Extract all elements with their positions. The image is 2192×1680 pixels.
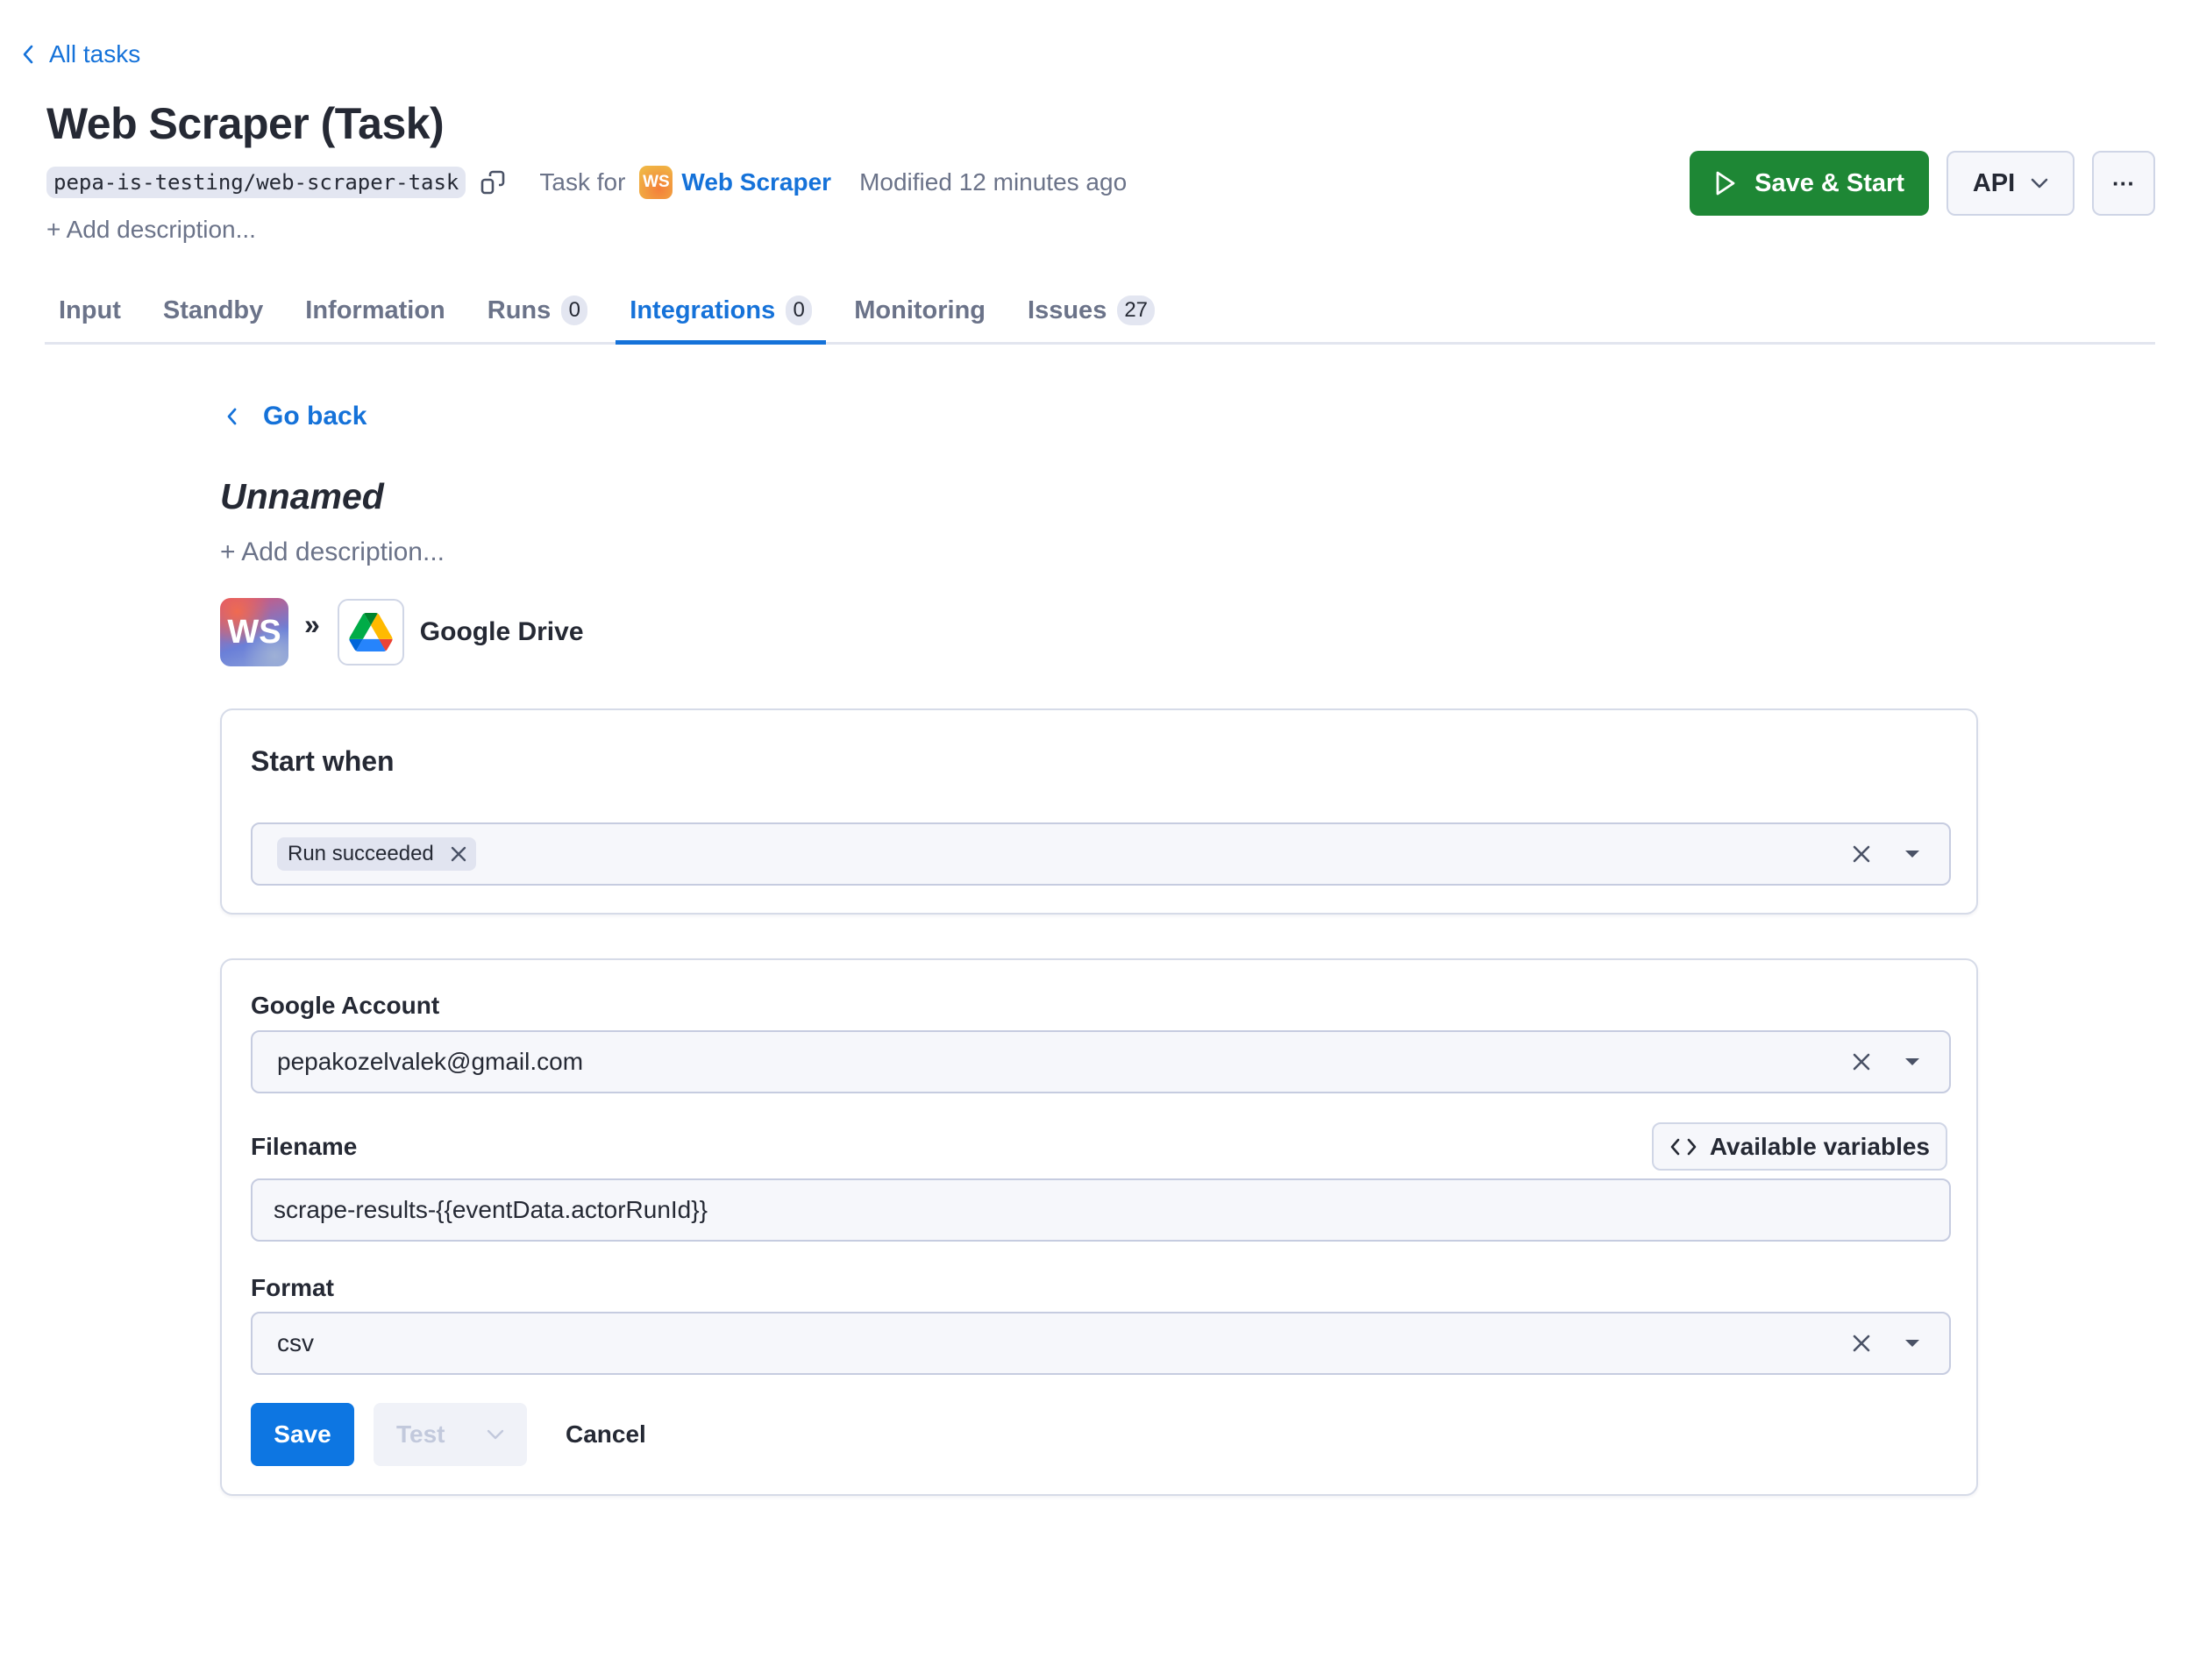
target-service-name: Google Drive [419, 617, 584, 646]
clear-icon[interactable] [1844, 1326, 1879, 1361]
issues-count-badge: 27 [1117, 295, 1156, 325]
event-chip: Run succeeded [277, 837, 476, 871]
chevron-down-icon [2031, 178, 2048, 189]
task-meta-row: pepa-is-testing/web-scraper-task Task fo… [46, 163, 1127, 202]
header-actions: Save & Start API ··· [1690, 151, 2155, 216]
tab-issues[interactable]: Issues 27 [1014, 279, 1169, 342]
test-label: Test [396, 1420, 445, 1448]
tab-label: Information [305, 295, 445, 324]
more-options-button[interactable]: ··· [2092, 151, 2155, 216]
tab-label: Standby [162, 295, 264, 324]
api-label: API [1972, 168, 2016, 197]
runs-count-badge: 0 [561, 295, 588, 325]
tab-integrations[interactable]: Integrations 0 [616, 279, 827, 345]
available-variables-label: Available variables [1709, 1132, 1930, 1160]
tab-label: Issues [1028, 295, 1107, 324]
chevron-down-icon [487, 1429, 504, 1440]
add-task-description-link[interactable]: + Add description... [46, 216, 256, 244]
integrations-count-badge: 0 [786, 295, 813, 325]
tab-bar: Input Standby Information Runs 0 Integrat… [45, 279, 2155, 345]
tab-standby[interactable]: Standby [149, 279, 277, 342]
save-button[interactable]: Save [251, 1403, 354, 1466]
form-actions: Save Test Cancel [251, 1403, 646, 1466]
web-scraper-actor-icon: WS [639, 166, 673, 199]
event-chip-label: Run succeeded [288, 842, 434, 865]
go-back-label: Go back [263, 402, 367, 431]
filename-label: Filename [251, 1133, 358, 1160]
tab-label: Input [59, 295, 121, 324]
tab-label: Runs [487, 295, 552, 324]
integration-name[interactable]: Unnamed [220, 476, 384, 517]
google-account-label: Google Account [251, 992, 440, 1019]
api-dropdown-button[interactable]: API [1946, 151, 2075, 216]
task-slug: pepa-is-testing/web-scraper-task [46, 167, 466, 198]
page-title: Web Scraper (Task) [46, 99, 445, 148]
filename-input[interactable]: scrape-results-{{eventData.actorRunId}} [251, 1178, 1951, 1242]
double-chevron-right-icon: » [304, 608, 320, 640]
all-tasks-link[interactable]: All tasks [21, 39, 140, 70]
task-for-label: Task for [539, 168, 626, 196]
google-drive-icon [337, 599, 404, 666]
add-integration-description-link[interactable]: + Add description... [220, 537, 445, 567]
tab-input[interactable]: Input [45, 279, 135, 342]
save-and-start-label: Save & Start [1754, 168, 1904, 197]
clear-icon[interactable] [1844, 1044, 1879, 1079]
code-icon [1670, 1138, 1697, 1155]
remove-chip-icon[interactable] [450, 845, 467, 863]
tab-label: Monitoring [854, 295, 986, 324]
event-type-select[interactable]: Run succeeded [251, 822, 1951, 886]
chevron-left-icon [23, 45, 33, 64]
save-and-start-button[interactable]: Save & Start [1690, 151, 1929, 216]
trigger-card: Start when Run succeeded [220, 708, 1978, 915]
integration-flow: WS » Google Drive [220, 598, 584, 666]
play-icon [1716, 171, 1735, 196]
dropdown-caret-icon[interactable] [1895, 1326, 1930, 1361]
go-back-link[interactable]: Go back [224, 402, 367, 431]
tab-label: Integrations [630, 295, 776, 324]
tab-runs[interactable]: Runs 0 [473, 279, 602, 342]
dropdown-caret-icon[interactable] [1895, 836, 1930, 872]
clear-icon[interactable] [1844, 836, 1879, 872]
test-button[interactable]: Test [374, 1403, 527, 1466]
format-value: csv [277, 1329, 314, 1356]
start-when-heading: Start when [251, 745, 395, 777]
config-card: Google Account pepakozelvalek@gmail.com … [220, 958, 1978, 1496]
google-account-value: pepakozelvalek@gmail.com [277, 1048, 584, 1075]
format-label: Format [251, 1274, 334, 1301]
google-account-select[interactable]: pepakozelvalek@gmail.com [251, 1030, 1951, 1093]
copy-icon[interactable] [480, 169, 506, 196]
actor-link[interactable]: Web Scraper [681, 168, 831, 196]
tab-monitoring[interactable]: Monitoring [840, 279, 1000, 342]
available-variables-button[interactable]: Available variables [1651, 1122, 1947, 1171]
chevron-left-icon [227, 408, 237, 425]
dropdown-caret-icon[interactable] [1895, 1044, 1930, 1079]
cancel-button[interactable]: Cancel [566, 1420, 646, 1449]
web-scraper-source-icon: WS [220, 598, 288, 666]
all-tasks-label: All tasks [49, 40, 141, 68]
more-icon: ··· [2112, 169, 2135, 196]
tab-information[interactable]: Information [291, 279, 459, 342]
format-select[interactable]: csv [251, 1312, 1951, 1375]
modified-time: Modified 12 minutes ago [859, 168, 1128, 196]
